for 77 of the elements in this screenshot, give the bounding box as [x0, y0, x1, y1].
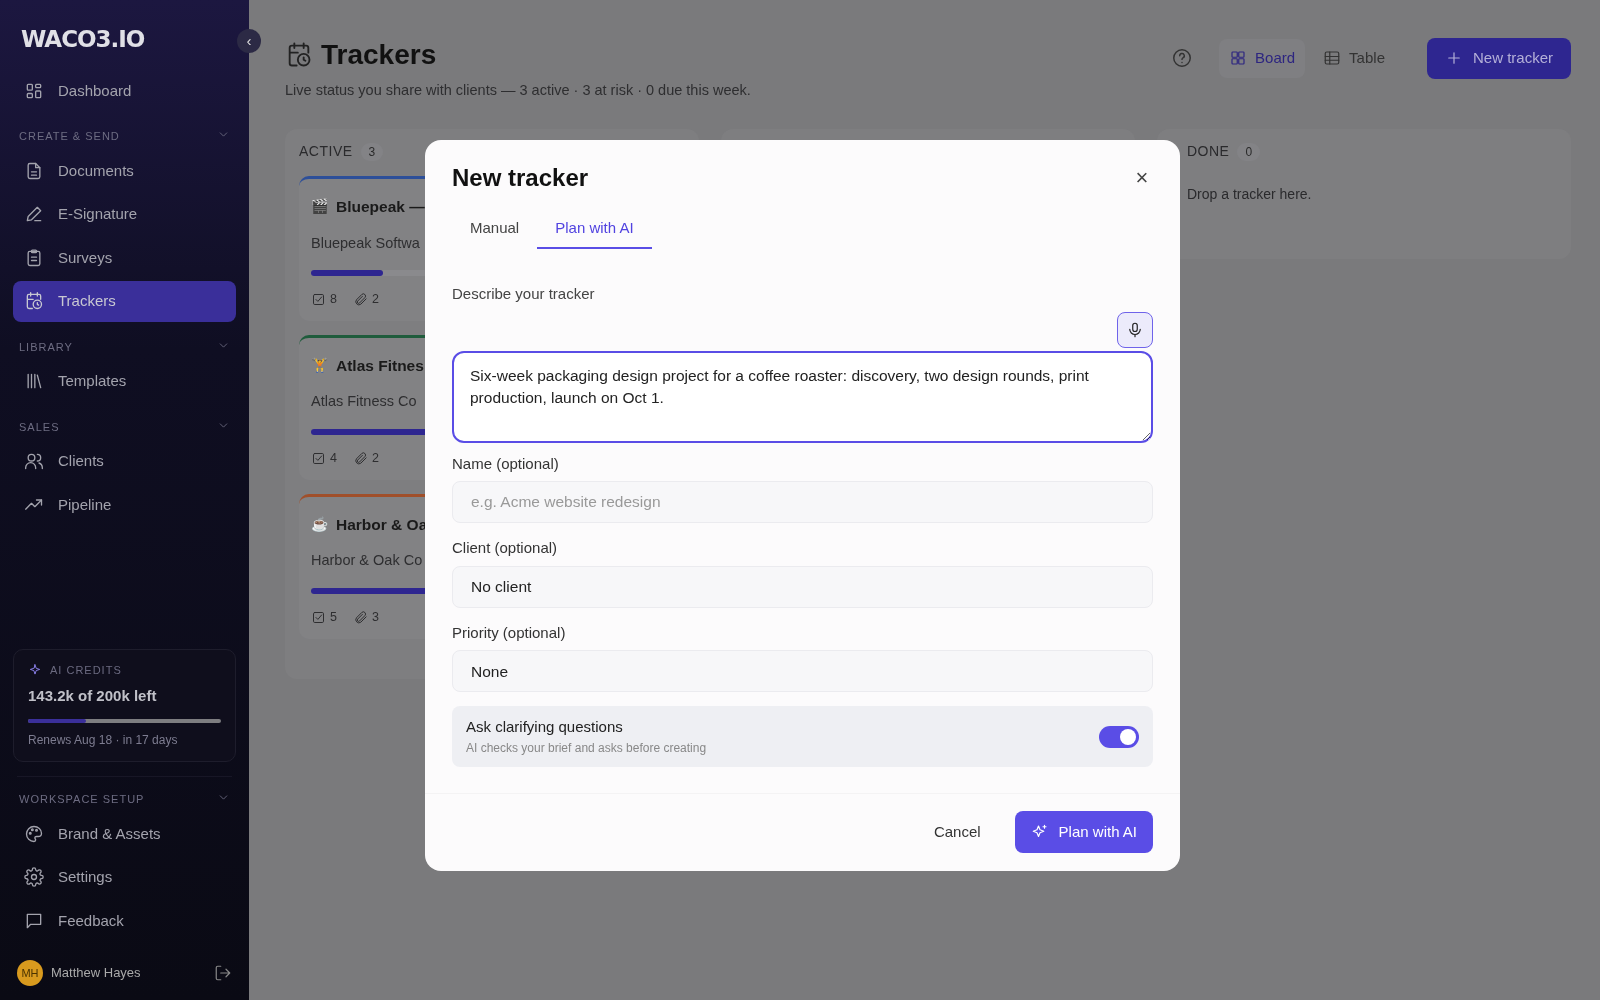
microphone-button[interactable] [1117, 311, 1153, 348]
plan-with-ai-button[interactable]: Plan with AI [1014, 810, 1153, 854]
section-heading: LIBRARY [19, 339, 73, 355]
table-icon [1323, 49, 1342, 68]
nav-item[interactable]: Clients [13, 441, 236, 482]
users-icon [24, 451, 44, 472]
card-emoji: 🎬 [311, 197, 328, 217]
renewal-text: Renews Aug 18 · in 17 days [28, 732, 179, 749]
page-subtitle: Live status you share with clients — 3 active · 3 at risk · 0 due this week. [285, 80, 751, 100]
nav-item[interactable]: Surveys [13, 237, 236, 278]
logout-icon [214, 964, 232, 982]
column-count: 3 [360, 142, 384, 161]
paperclip-icon [352, 450, 368, 466]
modal-title: New tracker [452, 164, 589, 193]
palette-icon [24, 823, 44, 844]
credits-label: AI CREDITS [50, 663, 122, 678]
column-count: 0 [1237, 142, 1261, 161]
settings-icon [24, 867, 44, 888]
card-emoji: ☕ [311, 514, 328, 534]
priority-select[interactable]: None [452, 650, 1153, 693]
card-client: Atlas Fitness Co [311, 392, 417, 412]
nav-item[interactable]: Feedback [13, 900, 236, 941]
calendar-clock-icon [24, 291, 44, 312]
option-hint: AI checks your brief and asks before creating [466, 739, 707, 757]
user-name: Matthew Hayes [51, 964, 141, 983]
card-emoji: 🏋 [311, 356, 328, 376]
close-button[interactable]: × [1131, 166, 1153, 191]
card-title: Atlas Fitnes [336, 356, 424, 377]
section-heading: WORKSPACE SETUP [19, 792, 145, 807]
credits-amount: 143.2k of 200k left [28, 685, 158, 706]
toggle-switch[interactable] [1099, 725, 1139, 748]
grid-icon [1229, 49, 1248, 68]
field-label: Priority (optional) [452, 622, 567, 643]
nav-item[interactable]: Templates [13, 361, 236, 402]
task-count: 4 [330, 450, 337, 468]
collapse-button[interactable]: ‹ [237, 29, 261, 53]
column-title: DONE [1187, 142, 1230, 162]
checkbox-icon [311, 292, 326, 308]
task-count: 5 [330, 608, 337, 626]
card-client: Harbor & Oak Co [311, 551, 423, 571]
nav-item[interactable]: Documents [13, 150, 236, 191]
help-icon [1171, 47, 1194, 70]
microphone-icon [1126, 320, 1144, 339]
tab[interactable]: Plan with AI [537, 208, 652, 250]
card-title: Bluepeak — [336, 197, 425, 218]
section-heading: CREATE & SEND [19, 129, 120, 144]
new-tracker-button[interactable]: New tracker [1426, 38, 1571, 79]
logo: WACO3.IO [20, 25, 146, 54]
nav-item[interactable]: Settings [13, 857, 236, 898]
paperclip-icon [352, 292, 368, 308]
column-title: ACTIVE [299, 142, 353, 162]
tab[interactable]: Manual [452, 208, 538, 250]
file-count: 2 [371, 291, 379, 309]
file-count: 3 [371, 608, 379, 626]
user-avatar: MH [17, 960, 43, 986]
field-label: Describe your tracker [452, 284, 596, 305]
name-field[interactable]: e.g. Acme website redesign [452, 481, 1153, 524]
checkbox-icon [311, 450, 326, 466]
card-client: Bluepeak Softwa [311, 233, 420, 253]
file-count: 2 [371, 450, 379, 468]
nav-item[interactable]: Trackers [13, 281, 236, 322]
client-select[interactable]: No client [452, 565, 1153, 608]
nav-item[interactable]: Dashboard [13, 70, 236, 111]
section-heading: SALES [19, 419, 60, 435]
field-label: Name (optional) [452, 453, 560, 474]
field-label: Client (optional) [452, 538, 559, 559]
task-count: 8 [330, 291, 337, 309]
cancel-button[interactable]: Cancel [915, 810, 999, 854]
description-field[interactable]: Six-week packaging design project for a coffee roaster: discovery, two design rounds, print production, launch on Oct 1. [452, 350, 1153, 443]
empty-text: Drop a tracker here. [1187, 185, 1313, 205]
option-title: Ask clarifying questions [466, 717, 624, 738]
nav-item[interactable]: Pipeline [13, 484, 236, 525]
paperclip-icon [352, 609, 368, 625]
checkbox-icon [311, 609, 326, 625]
nav-item[interactable]: E-Signature [13, 194, 236, 235]
page-title: Trackers [321, 38, 437, 72]
nav-item[interactable]: Brand & Assets [13, 813, 236, 854]
